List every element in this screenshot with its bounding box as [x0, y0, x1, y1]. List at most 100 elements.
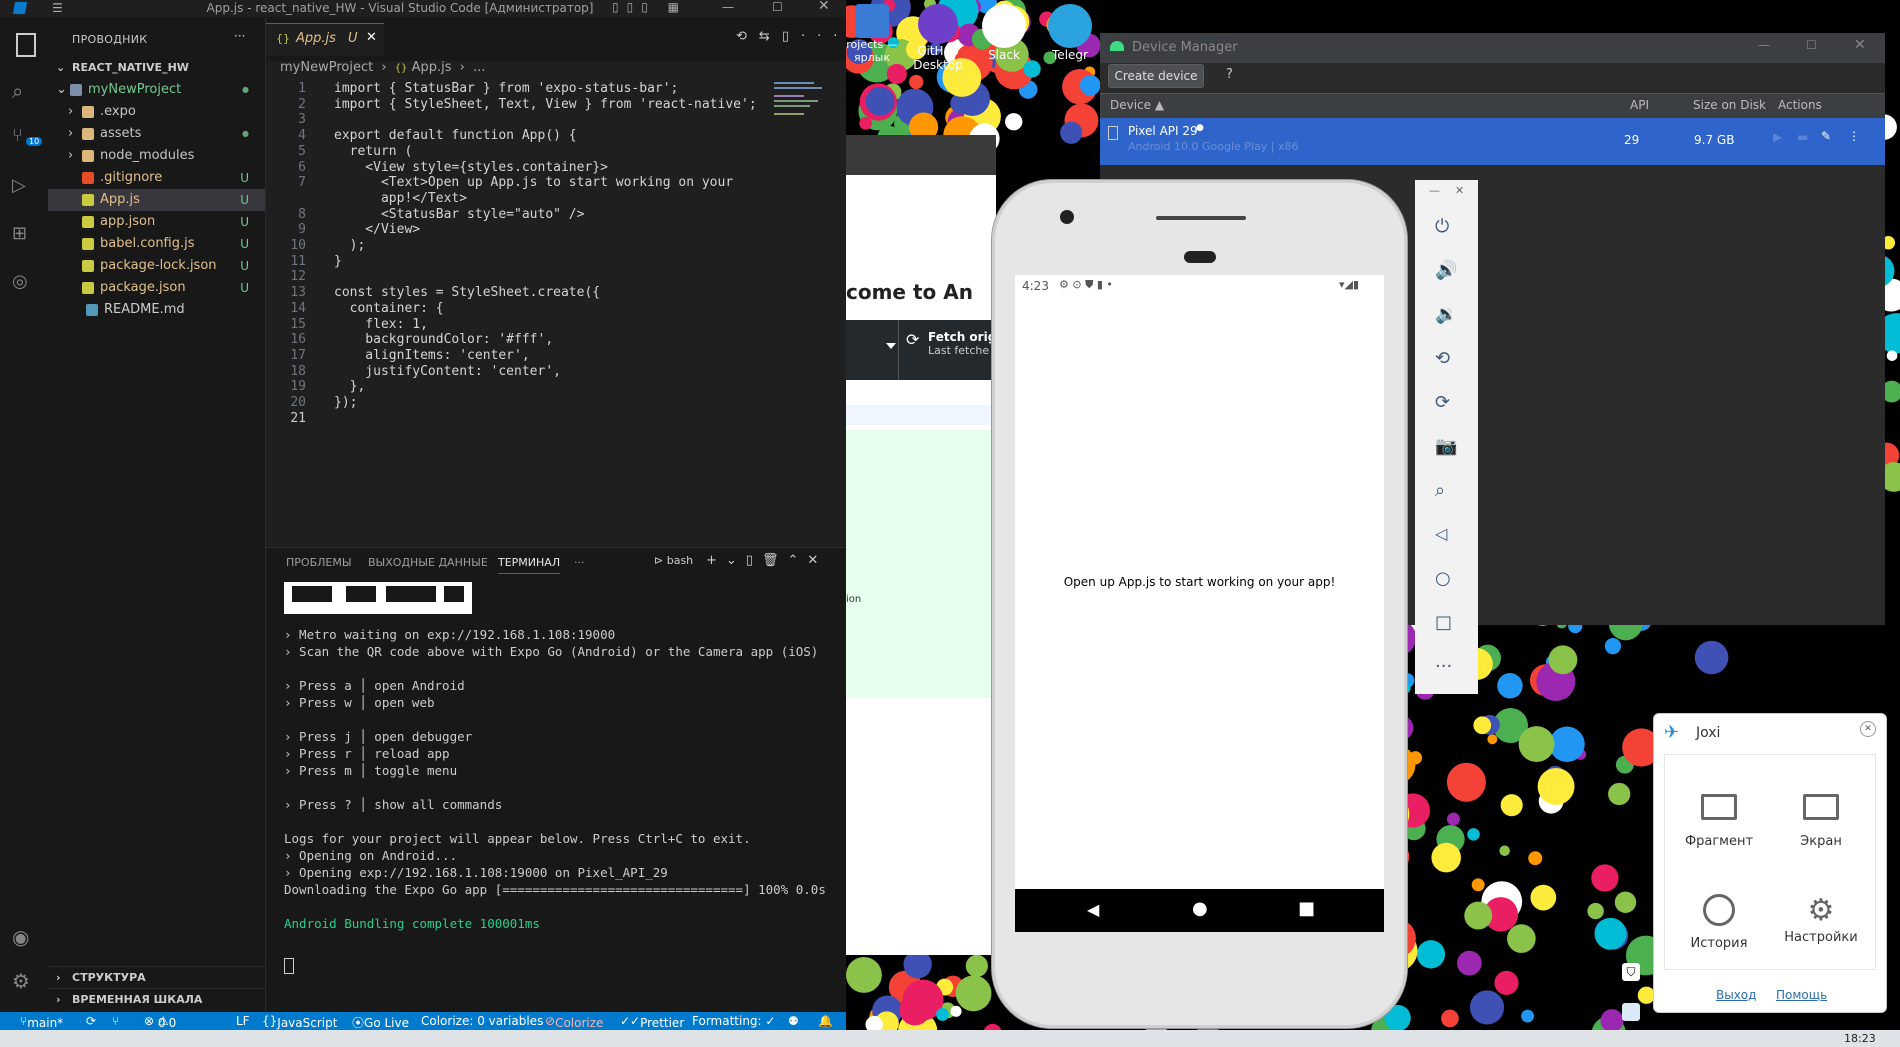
- back-icon[interactable]: ◁: [1435, 524, 1457, 546]
- tab-problems[interactable]: ПРОБЛЕМЫ: [286, 556, 352, 569]
- col-actions[interactable]: Actions: [1778, 98, 1822, 112]
- account-icon[interactable]: ◉: [12, 925, 36, 949]
- history-button[interactable]: История: [1668, 894, 1770, 990]
- search-icon[interactable]: ⌕: [12, 79, 36, 103]
- explorer-icon[interactable]: [16, 33, 36, 57]
- problems-status[interactable]: ⊗ 0 ⚠ 0: [144, 1014, 176, 1030]
- copilot-icon[interactable]: ⚉: [788, 1014, 799, 1028]
- git-graph-status-icon[interactable]: ⑂: [112, 1014, 119, 1028]
- root-folder[interactable]: ⌄ REACT_NATIVE_HW: [48, 57, 265, 79]
- panel-actions[interactable]: +⌄▯🗑⌃✕: [706, 553, 827, 568]
- col-size[interactable]: Size on Disk: [1693, 98, 1766, 112]
- tree-item-expo[interactable]: › .expo: [48, 101, 265, 123]
- help-link[interactable]: Помощь: [1776, 988, 1827, 1002]
- timeline-section[interactable]: › ВРЕМЕННАЯ ШКАЛА: [48, 988, 265, 1011]
- more-vert-icon[interactable]: ⋮: [1848, 129, 1860, 143]
- edit-icon[interactable]: ✎: [1821, 129, 1831, 143]
- extensions-icon[interactable]: ⊞: [12, 223, 36, 247]
- overview-icon[interactable]: ■: [1298, 898, 1315, 919]
- colorize-status[interactable]: ⊘ Colorize: [545, 1014, 603, 1030]
- terminal-shell[interactable]: ⊳ bash: [654, 554, 693, 567]
- settings-gear-icon[interactable]: ⚙: [12, 969, 36, 993]
- tree-item-assets[interactable]: › assets ●: [48, 123, 265, 145]
- bg-heading: come to An: [846, 280, 973, 304]
- prettier-status[interactable]: ✓✓ Prettier: [620, 1014, 684, 1030]
- create-device-button[interactable]: Create device: [1108, 64, 1204, 88]
- back-icon[interactable]: ◀: [1087, 900, 1099, 919]
- notifications-icon[interactable]: 🔔: [818, 1014, 833, 1028]
- layout-icons[interactable]: ▯▯▯ ▦: [612, 0, 687, 14]
- close-button[interactable]: ✕: [1455, 184, 1464, 197]
- run-debug-icon[interactable]: ▷: [12, 175, 36, 199]
- android-status-bar: 4:23 ⚙ ⊙ ⛊ ▮ • ▾◢▮: [1022, 278, 1360, 293]
- minimize-button[interactable]: —: [722, 0, 734, 14]
- tree-item-gitignore[interactable]: .gitignore U: [48, 167, 265, 189]
- fetch-origin-button[interactable]: ⟳ Fetch orig Last fetche: [906, 330, 996, 357]
- minimize-button[interactable]: —: [1758, 38, 1770, 52]
- volume-down-icon[interactable]: 🔉: [1435, 304, 1457, 326]
- col-api[interactable]: API: [1630, 98, 1649, 112]
- launch-icon[interactable]: ▶: [1773, 130, 1782, 144]
- tree-item-app-json[interactable]: app.json U: [48, 211, 265, 233]
- more-icon[interactable]: ···: [1435, 656, 1457, 678]
- fragment-button[interactable]: Фрагмент: [1668, 794, 1770, 890]
- zoom-icon[interactable]: ⌕: [1435, 480, 1457, 502]
- tree-item-readme-md[interactable]: README.md: [48, 299, 265, 321]
- close-button[interactable]: ✕: [1854, 37, 1866, 53]
- outline-section[interactable]: › СТРУКТУРА: [48, 966, 265, 989]
- tab-output[interactable]: ВЫХОДНЫЕ ДАННЫЕ: [368, 556, 488, 569]
- logout-link[interactable]: Выход: [1716, 988, 1756, 1002]
- tree-item-babel-config-js[interactable]: babel.config.js U: [48, 233, 265, 255]
- overview-icon[interactable]: □: [1435, 612, 1457, 634]
- maximize-button[interactable]: ☐: [772, 0, 783, 14]
- power-icon[interactable]: ⏻: [1435, 216, 1457, 238]
- maximize-button[interactable]: ☐: [1806, 38, 1817, 52]
- eol-status[interactable]: LF: [236, 1014, 250, 1028]
- home-icon[interactable]: ○: [1435, 568, 1457, 590]
- editor-actions[interactable]: ⟲⇆▯···: [736, 29, 849, 44]
- tree-item-package-lock-json[interactable]: package-lock.json U: [48, 255, 265, 277]
- minimap[interactable]: [774, 79, 834, 139]
- device-row[interactable]: Pixel API 29 ● Android 10.0 Google Play …: [1100, 118, 1885, 165]
- minimize-button[interactable]: —: [1429, 184, 1440, 197]
- close-tab-icon[interactable]: ✕: [366, 30, 377, 45]
- code-area[interactable]: 1 import { StatusBar } from 'expo-status-…: [266, 79, 766, 519]
- close-icon[interactable]: ✕: [1860, 721, 1876, 737]
- tray-icon-app[interactable]: [1622, 1003, 1640, 1021]
- more-actions-icon[interactable]: ···: [234, 29, 245, 43]
- close-button[interactable]: ✕: [818, 0, 830, 14]
- tree-item-mynewproject[interactable]: ⌄ myNewProject ●: [48, 79, 265, 101]
- tree-item-app-js[interactable]: App.js U: [48, 189, 265, 211]
- screenshot-icon[interactable]: 📷: [1435, 436, 1457, 458]
- tree-item-node-modules[interactable]: › node_modules: [48, 145, 265, 167]
- formatting-status[interactable]: Formatting: ✓: [692, 1014, 775, 1028]
- volume-up-icon[interactable]: 🔊: [1435, 260, 1457, 282]
- home-icon[interactable]: ●: [1192, 898, 1208, 919]
- menu-icon[interactable]: ☰: [52, 1, 63, 15]
- colorize-vars-status[interactable]: Colorize: 0 variables: [421, 1014, 543, 1028]
- chevron-right-icon: ›: [68, 126, 74, 141]
- tab-app-js[interactable]: {} App.js U ✕: [266, 23, 384, 56]
- desktop-icon-slack[interactable]: Slack: [976, 4, 1032, 62]
- panel-more-icon[interactable]: ···: [574, 556, 585, 569]
- rotate-left-icon[interactable]: ⟲: [1435, 348, 1457, 370]
- rotate-right-icon[interactable]: ⟳: [1435, 392, 1457, 414]
- language-status[interactable]: {} JavaScript: [262, 1014, 337, 1030]
- source-control-icon[interactable]: ⑂ 10: [12, 125, 43, 149]
- emulator-screen[interactable]: 4:23 ⚙ ⊙ ⛊ ▮ • ▾◢▮ Open up App.js to sta…: [1015, 275, 1384, 932]
- branch-status[interactable]: ⑂ main*: [20, 1014, 63, 1030]
- desktop-icon-telegram[interactable]: Telegr: [1042, 4, 1098, 62]
- tab-terminal[interactable]: ТЕРМИНАЛ: [498, 556, 561, 574]
- folder-icon[interactable]: ▬: [1797, 130, 1808, 144]
- git-graph-icon[interactable]: ◎: [12, 271, 36, 295]
- tree-item-package-json[interactable]: package.json U: [48, 277, 265, 299]
- tray-icon-shield[interactable]: ⛉: [1622, 963, 1640, 981]
- desktop-icon-github[interactable]: GitHub Desktop: [906, 4, 970, 72]
- settings-button[interactable]: ⚙ Настройки: [1770, 894, 1872, 990]
- sync-icon[interactable]: ⟳: [86, 1014, 96, 1028]
- golive-status[interactable]: ⦿ Go Live: [352, 1014, 409, 1031]
- desktop-icon-projects[interactable]: rojects — ярлык: [846, 4, 898, 64]
- help-button[interactable]: ?: [1226, 67, 1233, 82]
- screen-button[interactable]: Экран: [1770, 794, 1872, 890]
- col-device[interactable]: Device ▲: [1110, 98, 1164, 112]
